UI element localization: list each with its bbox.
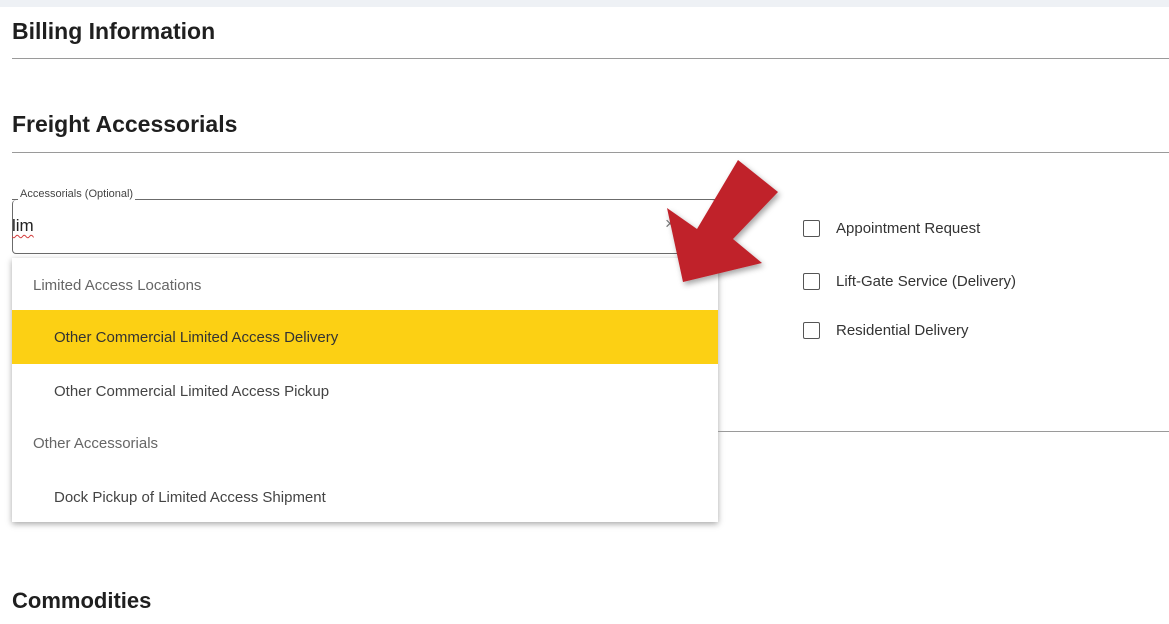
checkbox-appointment-request-box[interactable]: [803, 220, 820, 237]
billing-divider: [12, 58, 1169, 59]
freight-accessorials-heading: Freight Accessorials: [12, 111, 238, 137]
checkbox-residential-delivery-box[interactable]: [803, 322, 820, 339]
checkbox-appointment-request[interactable]: Appointment Request: [803, 220, 980, 237]
checkbox-residential-delivery[interactable]: Residential Delivery: [803, 322, 969, 339]
checkbox-residential-delivery-label: Residential Delivery: [836, 322, 969, 339]
checkbox-appointment-request-label: Appointment Request: [836, 220, 981, 237]
freight-divider: [12, 152, 1169, 153]
checkbox-lift-gate-service[interactable]: Lift-Gate Service (Delivery): [803, 273, 1016, 290]
accessorials-field[interactable]: [12, 199, 716, 254]
checkbox-lift-gate-service-label: Lift-Gate Service (Delivery): [836, 273, 1017, 290]
arrow-pointer-icon: [667, 160, 778, 282]
accessorials-divider: [718, 431, 1169, 432]
billing-information-heading: Billing Information: [12, 18, 216, 44]
dropdown-option-commercial-limited-access-delivery[interactable]: Other Commercial Limited Access Delivery: [12, 310, 718, 364]
dropdown-option-dock-pickup-limited-access[interactable]: Dock Pickup of Limited Access Shipment: [12, 470, 718, 524]
commodities-heading: Commodities: [12, 588, 152, 613]
checkbox-lift-gate-service-box[interactable]: [803, 273, 820, 290]
dropdown-group-limited-access-locations: Limited Access Locations: [33, 276, 202, 294]
accessorials-field-label: Accessorials (Optional): [18, 188, 136, 200]
accessorials-dropdown: Limited Access Locations Other Commercia…: [12, 258, 718, 522]
top-strip: [0, 0, 1169, 7]
field-outline: [114, 199, 716, 200]
accessorials-input[interactable]: lim: [12, 216, 34, 236]
dropdown-group-other-accessorials: Other Accessorials: [33, 434, 159, 452]
dropdown-option-commercial-limited-access-pickup[interactable]: Other Commercial Limited Access Pickup: [12, 364, 718, 418]
